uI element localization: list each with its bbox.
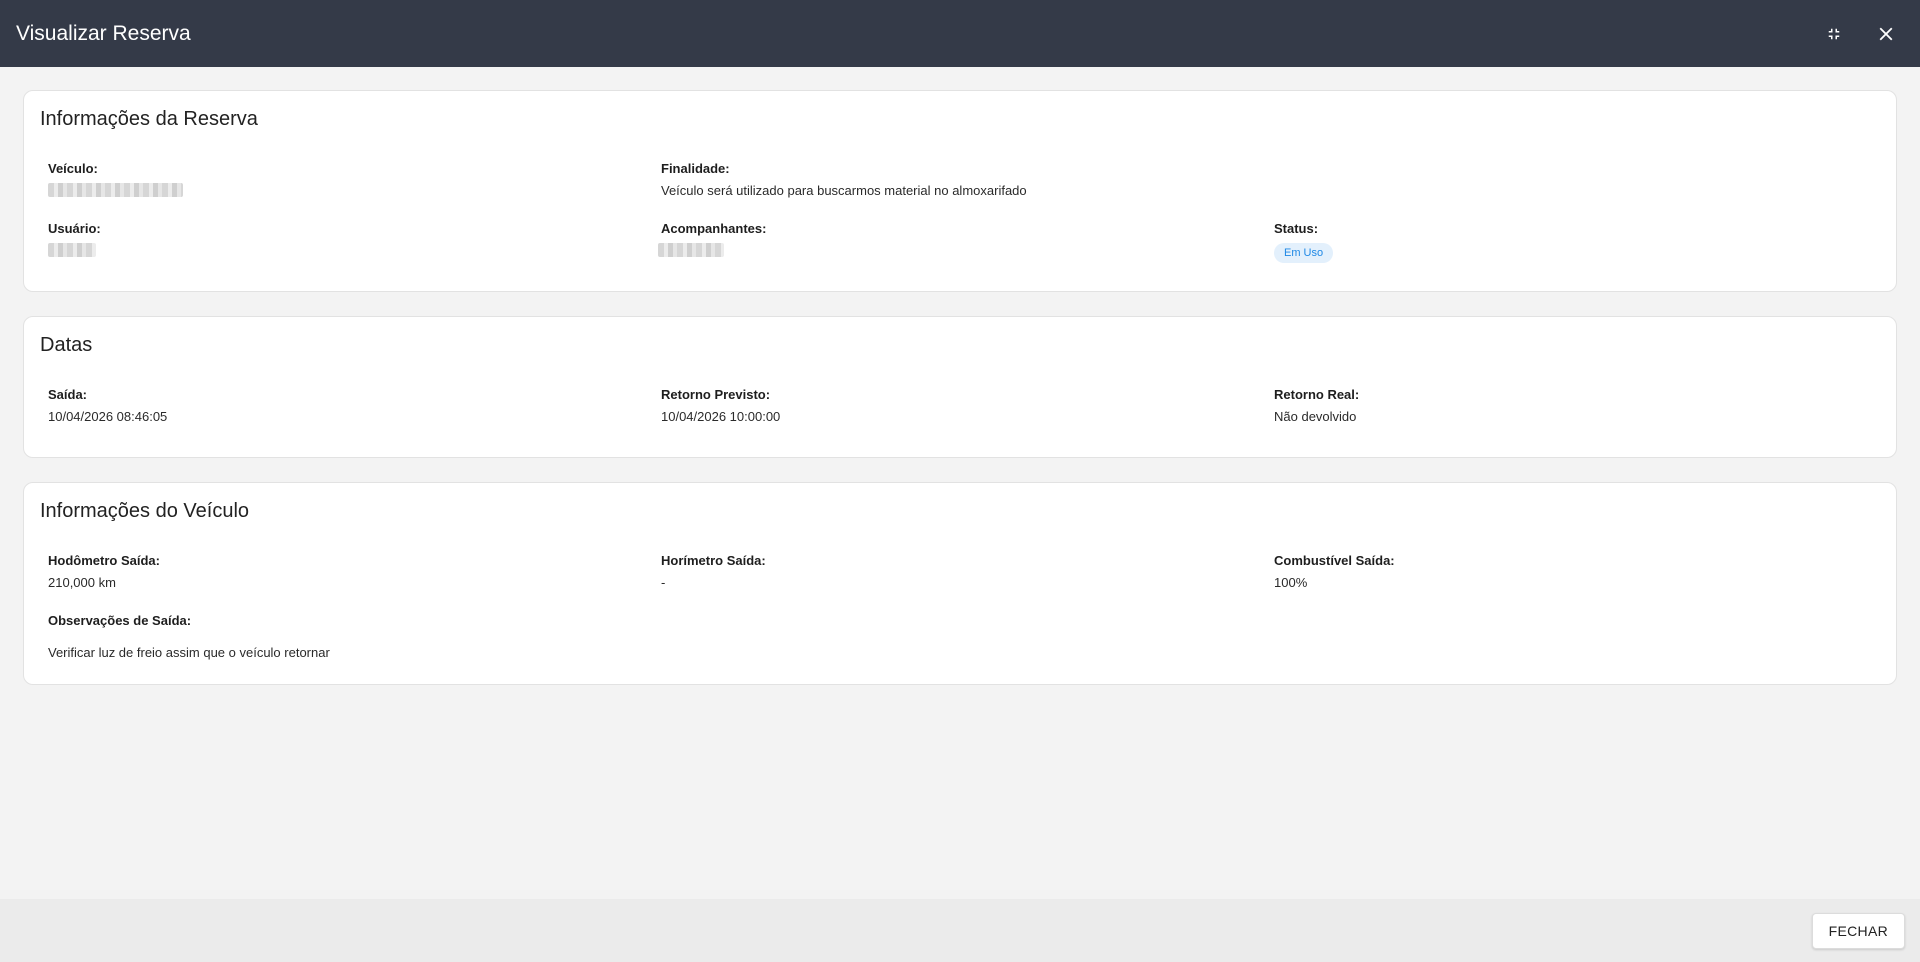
veiculo-card: Informações do Veículo Hodômetro Saída: … — [23, 482, 1897, 685]
retorno-real-value: Não devolvido — [1274, 409, 1357, 424]
fullscreen-exit-icon — [1828, 28, 1840, 39]
usuario-field: Usuário: — [48, 221, 661, 267]
retorno-real-field: Retorno Real: Não devolvido — [1274, 387, 1880, 433]
datas-section-title: Datas — [40, 334, 93, 356]
veiculo-label: Veículo: — [48, 161, 98, 176]
reserva-card: Informações da Reserva Veículo: Finalida… — [23, 90, 1897, 292]
saida-label: Saída: — [48, 387, 88, 402]
observacoes-value: Verificar luz de freio assim que o veícu… — [48, 645, 330, 660]
usuario-redacted-value — [48, 243, 96, 257]
finalidade-value: Veículo será utilizado para buscarmos ma… — [661, 183, 1027, 198]
dialog-content: Informações da Reserva Veículo: Finalida… — [0, 67, 1920, 899]
hodometro-value: 210,000 km — [48, 575, 116, 590]
acompanhantes-label: Acompanhantes: — [661, 221, 767, 236]
veiculo-redacted-value — [48, 183, 183, 197]
horimetro-label: Horímetro Saída: — [661, 553, 766, 568]
saida-value: 10/04/2026 08:46:05 — [48, 409, 168, 424]
fechar-button[interactable]: FECHAR — [1811, 912, 1905, 949]
close-icon — [1879, 27, 1893, 40]
finalidade-label: Finalidade: — [661, 161, 730, 176]
hodometro-label: Hodômetro Saída: — [48, 553, 160, 568]
retorno-real-label: Retorno Real: — [1274, 387, 1360, 402]
dialog-footer: FECHAR — [0, 899, 1920, 962]
veiculo-field: Veículo: — [48, 161, 661, 207]
datas-card: Datas Saída: 10/04/2026 08:46:05 Retorno… — [23, 316, 1897, 458]
combustivel-label: Combustível Saída: — [1274, 553, 1395, 568]
retorno-previsto-field: Retorno Previsto: 10/04/2026 10:00:00 — [661, 387, 1274, 433]
saida-field: Saída: 10/04/2026 08:46:05 — [48, 387, 661, 433]
veiculo-section-title: Informações do Veículo — [40, 500, 250, 522]
usuario-label: Usuário: — [48, 221, 101, 236]
acompanhantes-redacted-value — [658, 243, 724, 257]
status-field: Status: Em Uso — [1274, 221, 1880, 267]
retorno-previsto-value: 10/04/2026 10:00:00 — [661, 409, 781, 424]
reserva-section-title: Informações da Reserva — [40, 108, 258, 130]
observacoes-field: Observações de Saída: Verificar luz de f… — [48, 613, 1880, 660]
close-button[interactable] — [1868, 16, 1904, 52]
acompanhantes-field: Acompanhantes: — [658, 221, 1274, 267]
dialog-header: Visualizar Reserva — [0, 0, 1920, 67]
observacoes-label: Observações de Saída: — [48, 613, 192, 628]
retorno-previsto-label: Retorno Previsto: — [661, 387, 771, 402]
combustivel-value: 100% — [1274, 575, 1308, 590]
horimetro-value: - — [661, 575, 666, 590]
minimize-button[interactable] — [1816, 16, 1852, 52]
hodometro-field: Hodômetro Saída: 210,000 km — [48, 553, 661, 599]
combustivel-field: Combustível Saída: 100% — [1274, 553, 1880, 599]
horimetro-field: Horímetro Saída: - — [661, 553, 1274, 599]
finalidade-field: Finalidade: Veículo será utilizado para … — [661, 161, 1274, 207]
dialog-title: Visualizar Reserva — [16, 21, 191, 45]
status-label: Status: — [1274, 221, 1319, 236]
status-badge: Em Uso — [1274, 243, 1334, 263]
